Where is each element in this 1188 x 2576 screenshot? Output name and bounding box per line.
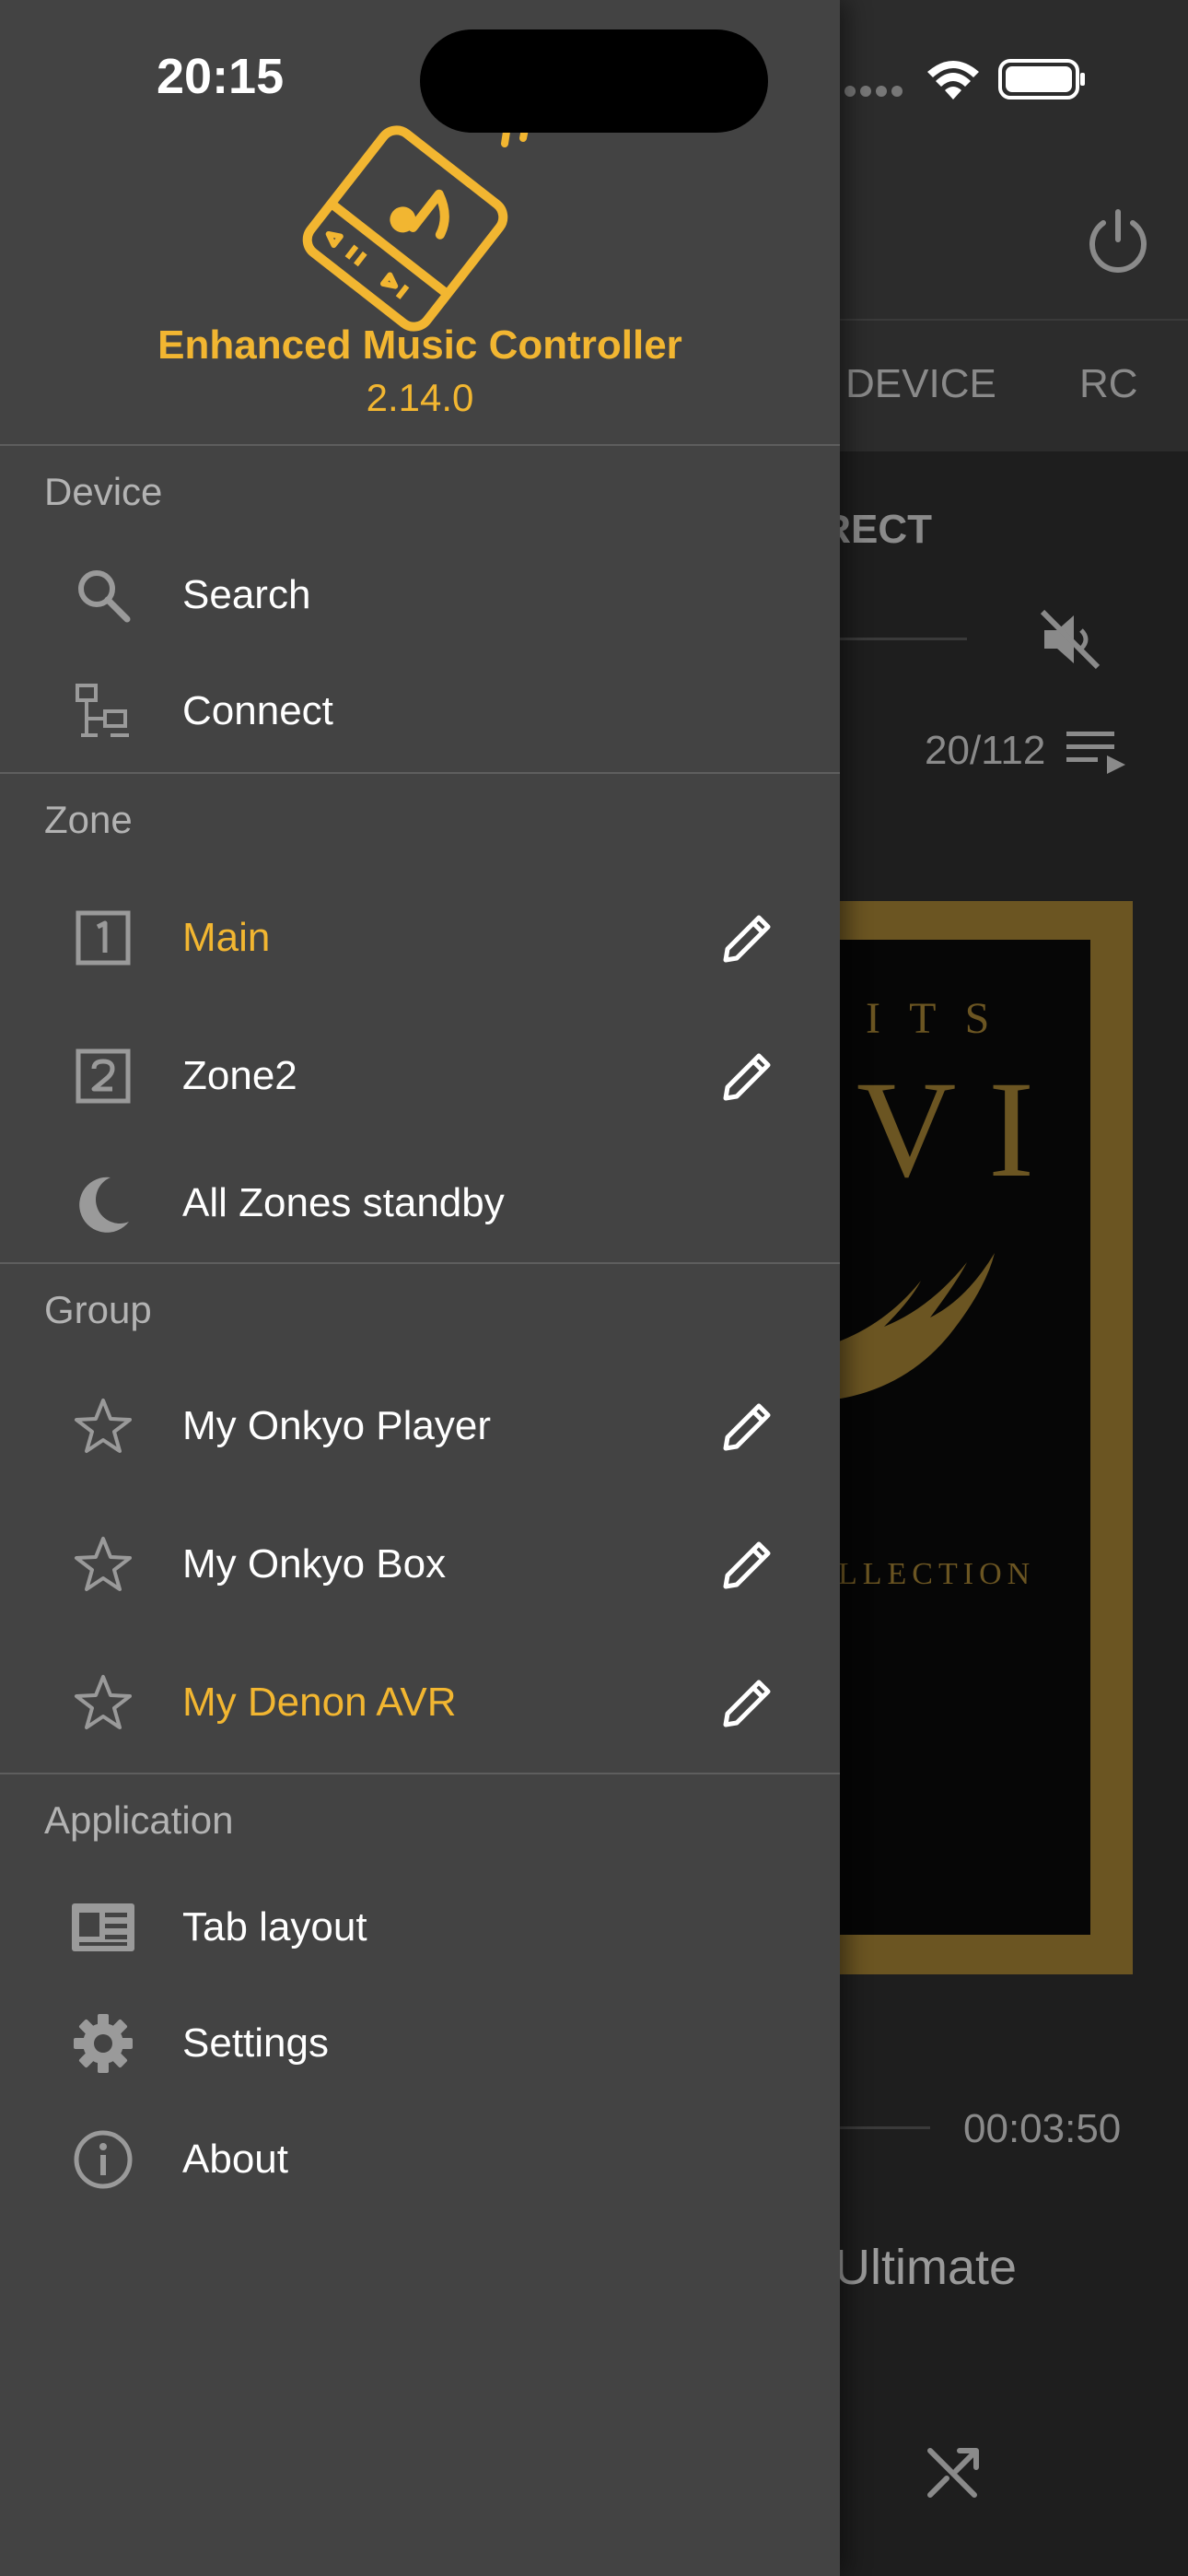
section-title-zone: Zone [44,798,133,841]
section-divider [0,1773,840,1774]
cover-numeral: V I [856,1053,1035,1206]
menu-item-group-denon-avr[interactable]: My Denon AVR [0,1647,840,1758]
network-icon [64,673,142,750]
track-counter: 20/112 [925,728,1046,773]
star-outline-icon [64,1526,142,1603]
zone-2-icon [64,1037,142,1115]
search-icon [64,556,142,634]
menu-item-label: All Zones standby [182,1180,505,1225]
zone-1-icon [64,899,142,977]
menu-item-label: Main [182,915,271,960]
section-title-application: Application [44,1798,234,1842]
playlist-icon[interactable] [1065,728,1129,774]
battery-icon [998,59,1087,100]
wifi-icon [926,61,980,101]
app-name: Enhanced Music Controller [157,322,682,368]
menu-item-label: Settings [182,2020,329,2066]
mute-icon[interactable] [1037,606,1103,673]
tab-layout-icon [64,1889,142,1966]
tab-rc[interactable]: RC [1079,361,1138,407]
section-divider [0,772,840,774]
menu-item-about[interactable]: About [0,2104,840,2215]
dynamic-island [420,29,768,133]
menu-item-connect[interactable]: Connect [0,656,840,767]
menu-item-label: Connect [182,688,333,733]
menu-item-tab-layout[interactable]: Tab layout [0,1872,840,1983]
album-title: Ultimate [834,2240,1018,2295]
edit-icon[interactable] [709,1664,786,1741]
menu-item-zone-main[interactable]: Main [0,883,840,993]
menu-item-group-onkyo-box[interactable]: My Onkyo Box [0,1509,840,1620]
cover-wing-graphic [829,1244,1004,1428]
edit-icon[interactable] [709,1037,786,1115]
remote-logo-icon [267,101,580,332]
edit-icon[interactable] [709,1526,786,1603]
menu-item-settings[interactable]: Settings [0,1988,840,2099]
time-total: 00:03:50 [963,2106,1122,2151]
edit-icon[interactable] [709,899,786,977]
star-outline-icon [64,1664,142,1741]
section-title-group: Group [44,1288,152,1331]
shuffle-icon[interactable] [925,2441,984,2500]
status-time: 20:15 [157,49,285,104]
signal-dots [844,85,904,98]
menu-item-label: About [182,2137,288,2182]
progress-bar[interactable] [829,2126,930,2129]
menu-item-group-onkyo-player[interactable]: My Onkyo Player [0,1371,840,1481]
menu-item-label: My Onkyo Box [182,1541,447,1587]
info-icon [64,2121,142,2198]
navigation-drawer: Enhanced Music Controller 2.14.0 Device … [0,0,840,2576]
menu-item-label: My Denon AVR [182,1680,457,1725]
gear-icon [64,2005,142,2082]
cover-text-top: I T S [866,994,999,1043]
section-divider [0,444,840,446]
tab-device[interactable]: DEVICE [845,361,996,407]
edit-icon[interactable] [709,1388,786,1465]
cover-text-bottom: LLECTION [838,1557,1036,1591]
menu-item-label: Tab layout [182,1904,367,1950]
menu-item-label: Search [182,572,311,617]
menu-item-zone2[interactable]: Zone2 [0,1021,840,1131]
menu-item-label: My Onkyo Player [182,1403,491,1448]
volume-slider[interactable] [829,638,967,640]
section-title-device: Device [44,470,163,513]
moon-icon [64,1165,142,1242]
menu-item-label: Zone2 [182,1053,297,1098]
power-button[interactable] [1083,206,1153,276]
star-outline-icon [64,1388,142,1465]
menu-item-all-zones-standby[interactable]: All Zones standby [0,1148,840,1259]
menu-item-search[interactable]: Search [0,540,840,650]
app-version: 2.14.0 [366,376,474,419]
section-divider [0,1262,840,1264]
